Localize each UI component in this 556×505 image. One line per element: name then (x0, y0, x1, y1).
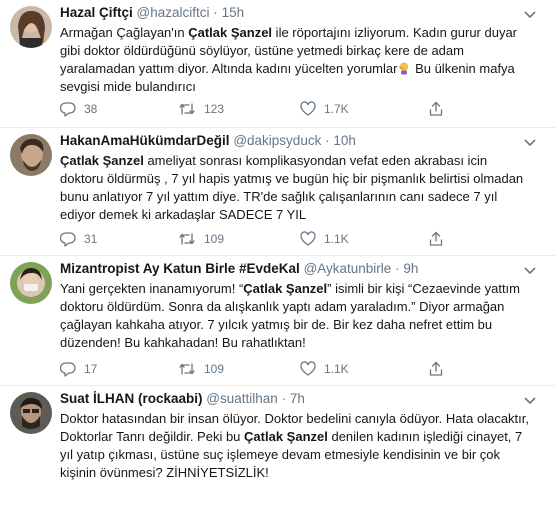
retweet-icon (179, 103, 195, 115)
display-name[interactable]: Suat İLHAN (rockaabi) (60, 391, 203, 406)
share-button[interactable] (428, 230, 444, 248)
avatar[interactable] (10, 392, 52, 434)
share-icon (429, 361, 443, 376)
user-handle[interactable]: @suattilhan (206, 391, 278, 406)
keyword-text: Çatlak Şanzel (60, 153, 144, 168)
share-icon (429, 231, 443, 246)
tweet-text: Doktor hatasından bir insan ölüyor. Dokt… (60, 410, 532, 482)
reply-count: 38 (84, 102, 98, 116)
share-icon (429, 101, 443, 116)
keyword-text: Çatlak Şanzel (188, 25, 273, 40)
retweet-button[interactable]: 123 (178, 100, 224, 118)
reply-button[interactable]: 38 (60, 100, 97, 118)
tweet-actions: 31 109 1.1K (60, 230, 490, 248)
retweet-button[interactable]: 109 (178, 230, 224, 248)
tweet[interactable]: Suat İLHAN (rockaabi) @suattilhan · 7h D… (0, 386, 556, 505)
tweet-header: Hazal Çiftçi @hazalciftci · 15h (60, 4, 244, 22)
timestamp[interactable]: 10h (333, 133, 356, 148)
keyword-text: Çatlak Şanzel (244, 429, 328, 444)
display-name[interactable]: Mizantropist Ay Katun Birle #EvdeKal (60, 261, 300, 276)
chevron-down-icon[interactable] (524, 392, 536, 410)
retweet-icon (179, 233, 195, 245)
avatar[interactable] (10, 262, 52, 304)
avatar[interactable] (10, 134, 52, 176)
share-button[interactable] (428, 100, 444, 118)
heart-icon (300, 361, 316, 376)
display-name[interactable]: Hazal Çiftçi (60, 5, 133, 20)
separator: · (281, 391, 287, 406)
heart-icon (300, 101, 316, 116)
keyword-text: Çatlak Şanzel (243, 281, 328, 296)
facepalm-icon (397, 61, 411, 75)
tweet-header: HakanAmaHükümdarDeğil @dakipsyduck · 10h (60, 132, 356, 150)
timestamp[interactable]: 15h (222, 5, 245, 20)
retweet-button[interactable]: 109 (178, 360, 224, 378)
like-button[interactable]: 1.1K (300, 230, 349, 248)
like-count: 1.7K (324, 102, 349, 116)
retweet-icon (179, 363, 195, 375)
chevron-down-icon[interactable] (524, 262, 536, 280)
tweet-actions: 17 109 1.1K (60, 360, 490, 378)
avatar[interactable] (10, 6, 52, 48)
tweet-actions: 38 123 1.7K (60, 100, 490, 118)
reply-count: 17 (84, 362, 98, 376)
tweet-header: Suat İLHAN (rockaabi) @suattilhan · 7h (60, 390, 305, 408)
tweet-header: Mizantropist Ay Katun Birle #EvdeKal @Ay… (60, 260, 418, 278)
user-handle[interactable]: @dakipsyduck (233, 133, 321, 148)
like-count: 1.1K (324, 232, 349, 246)
reply-button[interactable]: 31 (60, 230, 97, 248)
reply-icon (60, 232, 76, 247)
tweet[interactable]: HakanAmaHükümdarDeğil @dakipsyduck · 10h… (0, 128, 556, 256)
tweet[interactable]: Hazal Çiftçi @hazalciftci · 15h Armağan … (0, 0, 556, 128)
timestamp[interactable]: 7h (290, 391, 305, 406)
like-button[interactable]: 1.1K (300, 360, 349, 378)
reply-count: 31 (84, 232, 98, 246)
body-text: Yani gerçekten inanamıyorum! “ (60, 281, 244, 296)
tweet-feed: Hazal Çiftçi @hazalciftci · 15h Armağan … (0, 0, 556, 505)
separator: · (325, 133, 330, 148)
tweet-text: Çatlak Şanzel ameliyat sonrası komplikas… (60, 152, 532, 224)
reply-icon (60, 102, 76, 117)
tweet[interactable]: Mizantropist Ay Katun Birle #EvdeKal @Ay… (0, 256, 556, 386)
chevron-down-icon[interactable] (524, 6, 536, 24)
tweet-text: Armağan Çağlayan'ın Çatlak Şanzel ile rö… (60, 24, 532, 96)
retweet-count: 109 (204, 232, 225, 246)
like-button[interactable]: 1.7K (300, 100, 349, 118)
separator: · (395, 261, 400, 276)
reply-button[interactable]: 17 (60, 360, 97, 378)
like-count: 1.1K (324, 362, 349, 376)
tweet-text: Yani gerçekten inanamıyorum! “Çatlak Şan… (60, 280, 532, 352)
separator: · (213, 5, 218, 20)
chevron-down-icon[interactable] (524, 134, 536, 152)
retweet-count: 109 (204, 362, 225, 376)
user-handle[interactable]: @hazalciftci (137, 5, 210, 20)
timestamp[interactable]: 9h (403, 261, 418, 276)
share-button[interactable] (428, 360, 444, 378)
body-text: Armağan Çağlayan'ın (60, 25, 189, 40)
reply-icon (60, 362, 76, 377)
user-handle[interactable]: @Aykatunbirle (304, 261, 392, 276)
heart-icon (300, 231, 316, 246)
retweet-count: 123 (204, 102, 225, 116)
display-name[interactable]: HakanAmaHükümdarDeğil (60, 133, 230, 148)
